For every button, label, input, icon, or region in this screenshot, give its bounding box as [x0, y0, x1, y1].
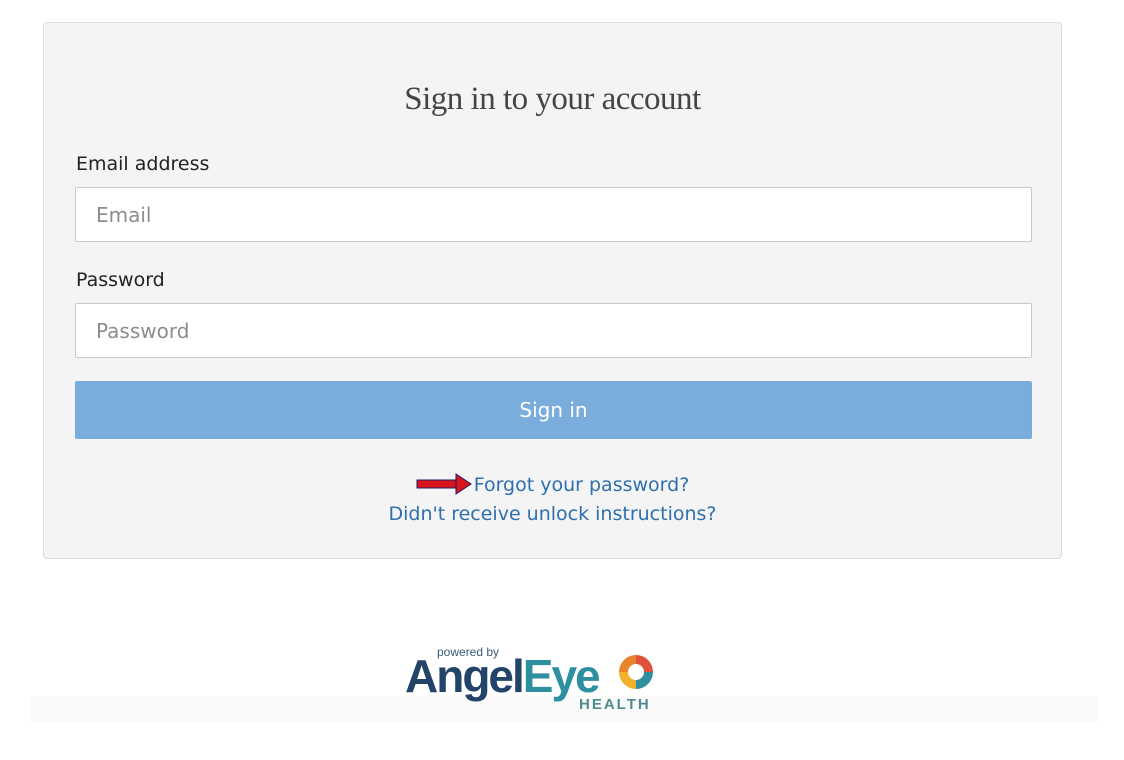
password-field[interactable] [75, 303, 1032, 358]
email-label: Email address [76, 153, 210, 175]
brand-wordmark: AngelEye [405, 650, 601, 702]
page-title: Sign in to your account [404, 81, 701, 117]
eye-logo-icon [615, 651, 657, 693]
unlock-instructions-link[interactable]: Didn't receive unlock instructions? [388, 503, 716, 525]
help-links: Forgot your password? Didn't receive unl… [44, 471, 1061, 529]
angeleye-logo: powered by AngelEye HEALTH [405, 643, 660, 713]
forgot-password-link[interactable]: Forgot your password? [474, 474, 690, 496]
brand-angel-text: Angel [405, 650, 525, 702]
brand-health-text: HEALTH [579, 696, 651, 713]
red-arrow-icon [416, 472, 472, 495]
page: Sign in to your account Email address Pa… [0, 0, 1124, 760]
unlock-row: Didn't receive unlock instructions? [44, 500, 1061, 529]
email-field[interactable] [75, 187, 1032, 242]
sign-in-button[interactable]: Sign in [75, 381, 1032, 439]
brand-eye-text: Eye [522, 650, 601, 702]
password-label: Password [76, 269, 165, 291]
forgot-password-row: Forgot your password? [44, 471, 1061, 500]
sign-in-card: Sign in to your account Email address Pa… [43, 22, 1062, 559]
